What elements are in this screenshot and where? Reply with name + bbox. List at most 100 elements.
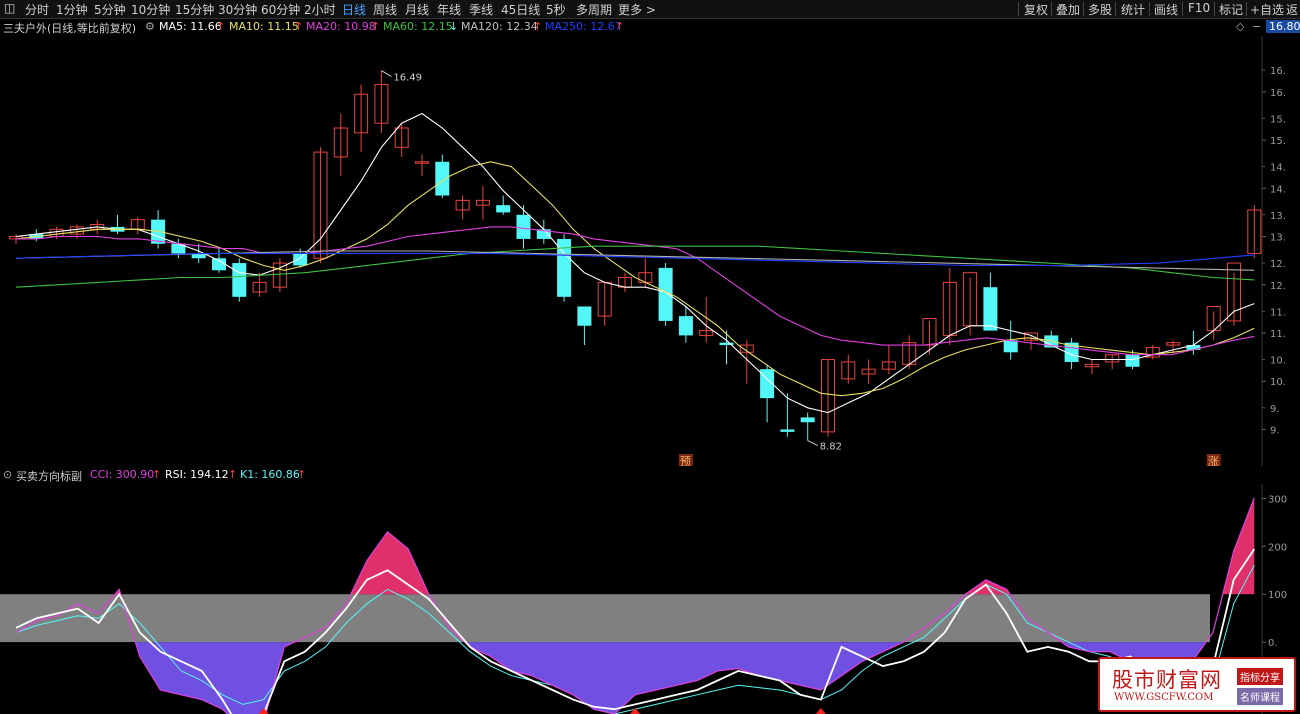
candle (719, 330, 734, 365)
minimize-icon[interactable]: − (1252, 20, 1261, 33)
settings-gear-icon[interactable]: ⚙ (145, 20, 155, 33)
candle-body-down (1003, 340, 1018, 353)
ma5-up-arrow-icon: ↑ (216, 20, 226, 33)
candle (739, 340, 754, 384)
candle (354, 84, 369, 153)
mark-zhang-badge: 涨 (1208, 455, 1219, 466)
f10-button[interactable]: F10 (1188, 1, 1210, 15)
candle-body-down (983, 287, 998, 331)
mark-yu-badge: 预 (680, 455, 691, 466)
restore-rights-button[interactable]: 复权 (1024, 1, 1048, 18)
indicator-title: 买卖方向标副 (16, 470, 82, 483)
price-tick-label: 11. (1270, 307, 1286, 318)
candle (841, 354, 856, 384)
price-tick-label: 11. (1270, 329, 1286, 340)
low-price-label: 8.82 (820, 442, 842, 453)
tab-15min[interactable]: 15分钟 (175, 1, 214, 18)
candle (252, 272, 267, 297)
sub-tick-label: 100 (1268, 590, 1287, 601)
candle (110, 214, 125, 235)
main-chart-legend: 三夫户外(日线,等比前复权) ⚙ MA5: 11.66 ↑ MA10: 11.1… (0, 20, 1300, 36)
tab-quarterly[interactable]: 季线 (469, 1, 493, 18)
tab-1min[interactable]: 1分钟 (56, 1, 88, 18)
candle-body-down (232, 263, 247, 297)
candle (861, 359, 876, 384)
watermark-url: WWW.GSCFW.COM (1114, 692, 1214, 703)
mark-button[interactable]: 标记 (1219, 1, 1243, 18)
ma120-up-arrow-icon: ↑ (533, 20, 543, 33)
tab-yearly[interactable]: 年线 (437, 1, 461, 18)
candle (800, 412, 815, 441)
candle-body-down (516, 214, 531, 239)
ma20-up-arrow-icon: ↑ (371, 20, 381, 33)
tab-daily[interactable]: 日线 (342, 1, 366, 18)
candle-body-down (577, 306, 592, 326)
candle-body-down (435, 161, 450, 196)
candle (1105, 354, 1120, 370)
multi-stock-button[interactable]: 多股 (1088, 1, 1112, 18)
candle (881, 345, 896, 374)
sidebar-toggle-icon[interactable]: ◫ (4, 1, 15, 15)
price-tick-label: 15. (1270, 136, 1286, 147)
add-watchlist-button[interactable]: +自选 (1250, 1, 1284, 18)
candle (618, 272, 632, 292)
candle (557, 234, 572, 302)
watermark-title: 股市财富网 (1112, 668, 1222, 692)
rsi-label: RSI: 194.12 (165, 468, 229, 481)
overlay-button[interactable]: 叠加 (1056, 1, 1080, 18)
price-tick-label: 13. (1270, 233, 1286, 244)
candle (232, 258, 247, 302)
watermark-tag-course: 名师课程 (1237, 688, 1283, 705)
candle (1145, 345, 1160, 360)
diamond-icon[interactable]: ◇ (1236, 20, 1244, 33)
ma10-label: MA10: 11.15 (229, 20, 299, 33)
candle (516, 205, 531, 249)
draw-line-button[interactable]: 画线 (1154, 1, 1178, 18)
price-tick-label: 10. (1270, 377, 1286, 388)
ma5-line (15, 112, 1255, 414)
candle-body-down (678, 316, 693, 336)
tab-2hour[interactable]: 2小时 (304, 1, 336, 18)
sub-tick-label: 200 (1268, 542, 1287, 553)
current-price-badge: 16.80 (1266, 20, 1300, 33)
tab-weekly[interactable]: 周线 (373, 1, 397, 18)
candle (435, 154, 450, 198)
candle (455, 195, 470, 220)
candle (333, 113, 348, 177)
price-tick-label: 16. (1270, 88, 1286, 99)
tab-more[interactable]: 更多 > (618, 1, 656, 18)
price-tick-label: 13. (1270, 211, 1286, 222)
candle (415, 154, 429, 177)
statistics-button[interactable]: 统计 (1121, 1, 1145, 18)
tab-30min[interactable]: 30分钟 (218, 1, 257, 18)
tab-5sec[interactable]: 5秒 (546, 1, 566, 18)
low-pointer (807, 440, 818, 447)
k1-label: K1: 160.86 (240, 468, 300, 481)
tab-5min[interactable]: 5分钟 (94, 1, 126, 18)
candle (272, 258, 287, 292)
candle (699, 296, 714, 343)
candlestick-chart[interactable]: 9. 9. 10. 10. 11. 11. 12. 12. 13. 13. 14. 14. 15. 15.… (0, 36, 1300, 466)
ma120-label: MA120: 12.34 (461, 20, 538, 33)
sub-tick-label: 0. (1268, 638, 1278, 649)
high-price-label: 16.49 (393, 73, 422, 84)
candle-body-down (780, 429, 795, 432)
ma5-label: MA5: 11.66 (159, 20, 222, 33)
cci-overbought-fill (1222, 497, 1255, 595)
buy-signal-arrow (815, 708, 826, 714)
ma10-up-arrow-icon: ↑ (294, 20, 304, 33)
candle-body-down (800, 417, 815, 423)
tab-fenshi[interactable]: 分时 (25, 1, 49, 18)
watermark-tag-share: 指标分享 (1237, 668, 1283, 685)
price-tick-label: 9. (1270, 425, 1280, 436)
tab-monthly[interactable]: 月线 (405, 1, 429, 18)
candle (780, 393, 795, 437)
neutral-band (0, 594, 1210, 643)
price-tick-label: 9. (1270, 404, 1280, 415)
indicator-toggle-icon[interactable]: ⊙ (3, 468, 12, 481)
tab-45day[interactable]: 45日线 (501, 1, 540, 18)
tab-multi-period[interactable]: 多周期 (576, 1, 612, 18)
tab-60min[interactable]: 60分钟 (261, 1, 300, 18)
tab-10min[interactable]: 10分钟 (131, 1, 170, 18)
back-button[interactable]: 返 (1286, 1, 1298, 18)
